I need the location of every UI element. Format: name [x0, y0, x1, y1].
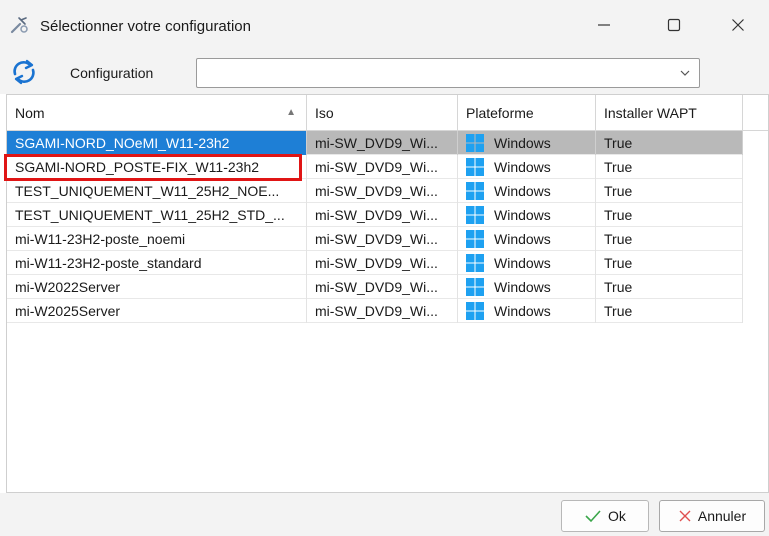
column-header-plateforme[interactable]: Plateforme: [458, 95, 596, 131]
cell-installer-wapt: True: [596, 275, 743, 299]
cell-iso: mi-SW_DVD9_Wi...: [307, 131, 458, 155]
chevron-down-icon: [680, 70, 690, 76]
cell-plateforme: Windows: [458, 155, 596, 179]
cell-nom: mi-W2025Server: [7, 299, 307, 323]
check-icon: [585, 510, 601, 523]
minimize-button[interactable]: [572, 0, 636, 50]
cell-iso: mi-SW_DVD9_Wi...: [307, 275, 458, 299]
cell-iso: mi-SW_DVD9_Wi...: [307, 203, 458, 227]
cell-plateforme: Windows: [458, 203, 596, 227]
cell-installer-wapt: True: [596, 131, 743, 155]
cell-iso: mi-SW_DVD9_Wi...: [307, 155, 458, 179]
maximize-icon: [667, 18, 681, 32]
cell-installer-wapt: True: [596, 155, 743, 179]
table-row[interactable]: mi-W2025Server mi-SW_DVD9_Wi... Windows Tru…: [7, 299, 743, 323]
maximize-button[interactable]: [642, 0, 706, 50]
table-row[interactable]: mi-W11-23H2-poste_standard mi-SW_DVD9_Wi.…: [7, 251, 743, 275]
windows-logo-icon: [466, 182, 484, 201]
title-bar: Sélectionner votre configuration: [0, 0, 769, 50]
column-header-installer-wapt[interactable]: Installer WAPT: [596, 95, 743, 131]
cell-nom: mi-W11-23H2-poste_standard: [7, 251, 307, 275]
cell-installer-wapt: True: [596, 203, 743, 227]
cell-plateforme: Windows: [458, 275, 596, 299]
cell-iso: mi-SW_DVD9_Wi...: [307, 299, 458, 323]
cell-installer-wapt: True: [596, 299, 743, 323]
footer: [0, 493, 769, 536]
cell-iso: mi-SW_DVD9_Wi...: [307, 251, 458, 275]
grid-header: Nom ▲ Iso Plateforme Installer WAPT: [7, 95, 768, 131]
column-header-nom[interactable]: Nom ▲: [7, 95, 307, 131]
cell-nom: SGAMI-NORD_NOeMI_W11-23h2: [7, 131, 307, 155]
wrench-gear-icon: [10, 17, 28, 34]
cell-plateforme: Windows: [458, 131, 596, 155]
configuration-label: Configuration: [70, 65, 154, 81]
cell-installer-wapt: True: [596, 179, 743, 203]
ok-label: Ok: [608, 508, 626, 524]
cancel-x-icon: [679, 510, 691, 522]
windows-logo-icon: [466, 230, 484, 249]
cell-installer-wapt: True: [596, 251, 743, 275]
cell-plateforme: Windows: [458, 251, 596, 275]
table-row[interactable]: mi-W11-23H2-poste_noemi mi-SW_DVD9_Wi... W…: [7, 227, 743, 251]
window-title: Sélectionner votre configuration: [40, 18, 251, 35]
windows-logo-icon: [466, 206, 484, 225]
table-row[interactable]: TEST_UNIQUEMENT_W11_25H2_NOE... mi-SW_DVD…: [7, 179, 743, 203]
refresh-icon[interactable]: [8, 58, 40, 86]
minimize-icon: [598, 24, 610, 26]
windows-logo-icon: [466, 158, 484, 177]
table-row[interactable]: TEST_UNIQUEMENT_W11_25H2_STD_... mi-SW_DV…: [7, 203, 743, 227]
windows-logo-icon: [466, 134, 484, 153]
cell-nom: TEST_UNIQUEMENT_W11_25H2_STD_...: [7, 203, 307, 227]
cell-plateforme: Windows: [458, 227, 596, 251]
windows-logo-icon: [466, 278, 484, 297]
cell-iso: mi-SW_DVD9_Wi...: [307, 227, 458, 251]
cell-nom: TEST_UNIQUEMENT_W11_25H2_NOE...: [7, 179, 307, 203]
configuration-select[interactable]: [196, 58, 700, 88]
highlight-box: [4, 154, 302, 181]
cancel-label: Annuler: [697, 508, 747, 524]
close-icon: [732, 19, 744, 31]
sort-ascending-icon: ▲: [286, 107, 296, 118]
close-button[interactable]: [706, 0, 769, 50]
cell-plateforme: Windows: [458, 179, 596, 203]
table-row[interactable]: SGAMI-NORD_NOeMI_W11-23h2 mi-SW_DVD9_Wi..…: [7, 131, 743, 155]
cancel-button[interactable]: Annuler: [659, 500, 765, 532]
windows-logo-icon: [466, 254, 484, 273]
windows-logo-icon: [466, 302, 484, 321]
cell-iso: mi-SW_DVD9_Wi...: [307, 179, 458, 203]
cell-plateforme: Windows: [458, 299, 596, 323]
ok-button[interactable]: Ok: [561, 500, 649, 532]
cell-nom: mi-W2022Server: [7, 275, 307, 299]
cell-installer-wapt: True: [596, 227, 743, 251]
table-row[interactable]: mi-W2022Server mi-SW_DVD9_Wi... Windows Tru…: [7, 275, 743, 299]
column-header-iso[interactable]: Iso: [307, 95, 458, 131]
cell-nom: mi-W11-23H2-poste_noemi: [7, 227, 307, 251]
